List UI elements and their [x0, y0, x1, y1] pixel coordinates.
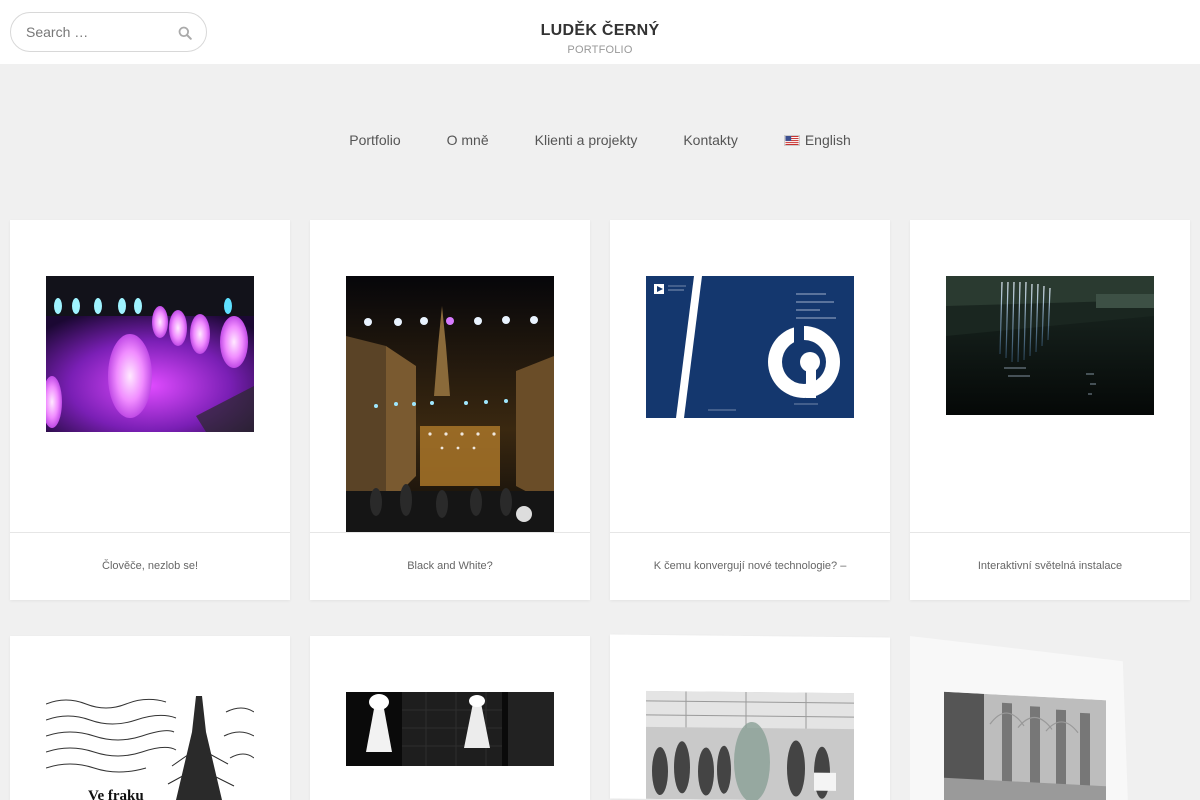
thumbnail-glowing-pins[interactable]: [46, 276, 254, 432]
portfolio-card-5[interactable]: Ve fraku: [10, 636, 290, 800]
portfolio-card-6[interactable]: [310, 636, 590, 800]
card-caption[interactable]: Člověče, nezlob se!: [10, 560, 290, 572]
site-tagline: PORTFOLIO: [567, 44, 633, 56]
artwork-text: Ve fraku: [88, 788, 144, 800]
nav-item-portfolio[interactable]: Portfolio: [349, 132, 400, 148]
us-flag-icon: [783, 134, 800, 146]
nav-item-contacts[interactable]: Kontakty: [683, 132, 737, 148]
thumbnail-sketch-artwork[interactable]: Ve fraku: [46, 692, 254, 800]
card-divider: [610, 532, 890, 533]
thumbnail-light-installation[interactable]: [946, 276, 1154, 415]
portfolio-card-3[interactable]: K čemu konvergují nové technologie? –: [610, 220, 890, 600]
portfolio-card-1[interactable]: Člověče, nezlob se!: [10, 220, 290, 600]
thumbnail-bw-installation[interactable]: [346, 692, 554, 766]
language-label: English: [804, 132, 851, 148]
thumbnail-exhibition-photo[interactable]: [646, 690, 854, 800]
card-caption[interactable]: Interaktivní světelná instalace: [910, 560, 1190, 572]
nav-item-about[interactable]: O mně: [447, 132, 489, 148]
card-divider: [910, 532, 1190, 533]
site-title[interactable]: LUDĚK ČERNÝ: [0, 22, 1200, 40]
nav-item-clients[interactable]: Klienti a projekty: [535, 132, 638, 148]
portfolio-card-4[interactable]: Interaktivní světelná instalace: [910, 220, 1190, 600]
nav-item-language[interactable]: English: [783, 132, 851, 148]
portfolio-card-2[interactable]: Black and White?: [310, 220, 590, 600]
thumbnail-book-cover[interactable]: [646, 276, 854, 418]
thumbnail-night-street[interactable]: [346, 276, 554, 532]
card-caption[interactable]: K čemu konvergují nové technologie? –: [610, 560, 890, 572]
thumbnail-corridor-photo[interactable]: [944, 691, 1106, 800]
portfolio-card-8[interactable]: [910, 636, 1129, 800]
card-caption[interactable]: Black and White?: [310, 560, 590, 572]
main-navigation: Portfolio O mně Klienti a projekty Konta…: [0, 132, 1200, 148]
portfolio-card-7[interactable]: [610, 634, 890, 800]
card-divider: [10, 532, 290, 533]
card-divider: [310, 532, 590, 533]
site-header: LUDĚK ČERNÝ PORTFOLIO: [0, 0, 1200, 64]
